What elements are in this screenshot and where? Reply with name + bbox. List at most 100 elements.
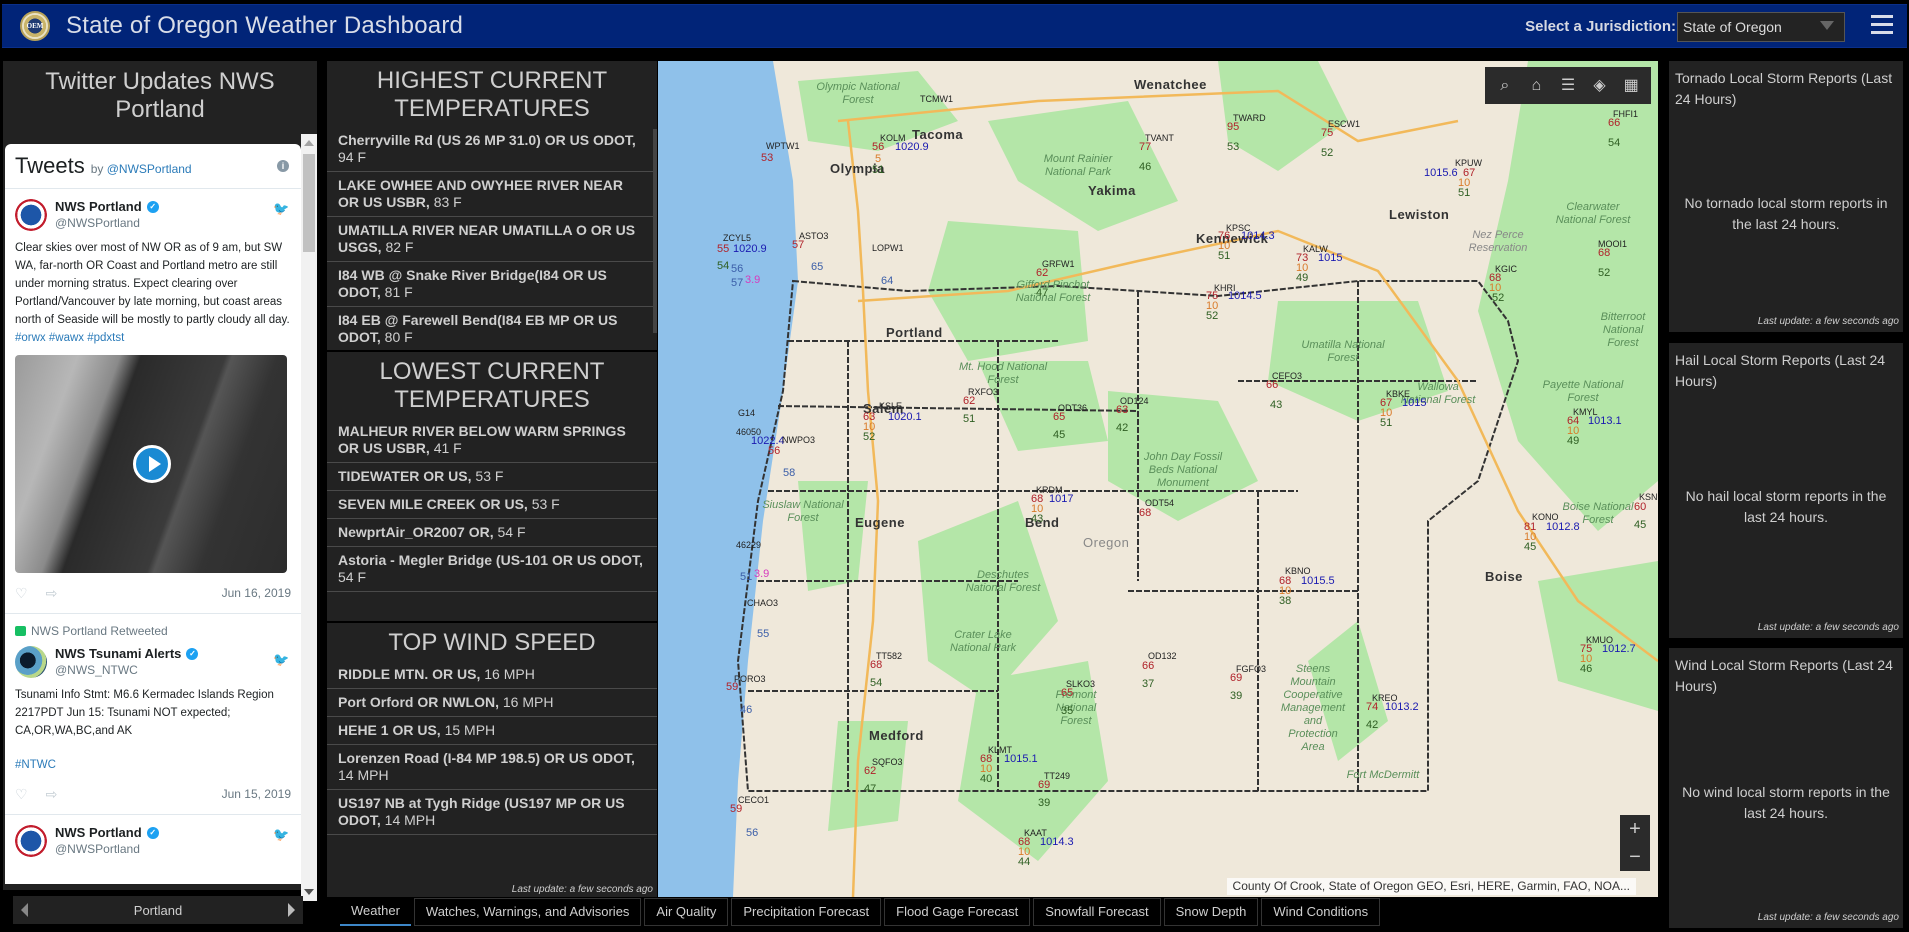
- tweet-handle[interactable]: @NWSPortland: [55, 842, 159, 856]
- list-item[interactable]: Astoria - Megler Bridge (US-101 OR US OD…: [327, 547, 657, 592]
- verified-icon: ✓: [186, 647, 199, 660]
- tab-wind-conditions[interactable]: Wind Conditions: [1261, 898, 1381, 926]
- station-id[interactable]: LOPW1: [872, 243, 904, 253]
- timeline-handle-link[interactable]: @NWSPortland: [107, 162, 192, 176]
- station-id[interactable]: CHAO3: [747, 598, 778, 608]
- legend-icon[interactable]: ☰: [1557, 75, 1579, 97]
- station-id[interactable]: NWPO3: [782, 435, 815, 445]
- twitter-bird-icon[interactable]: 🐦: [273, 827, 289, 842]
- basemap-gallery-icon[interactable]: ▦: [1620, 75, 1642, 97]
- info-icon[interactable]: i: [277, 160, 289, 172]
- twitter-timeline[interactable]: Tweets by @NWSPortland i NWS Portland ✓ @…: [5, 144, 301, 884]
- station-id[interactable]: CECO1: [738, 795, 769, 805]
- list-item[interactable]: UMATILLA RIVER NEAR UMATILLA O OR US USG…: [327, 217, 657, 262]
- tab-air-quality[interactable]: Air Quality: [644, 898, 729, 926]
- tweet[interactable]: NWS Portland ✓ @NWSPortland 🐦 Clear skies…: [5, 189, 301, 614]
- tweet-hashtags[interactable]: #NTWC: [15, 759, 56, 771]
- like-icon[interactable]: ♡: [15, 786, 28, 803]
- station-id[interactable]: G14: [738, 408, 755, 418]
- station-sst: 56: [731, 263, 744, 275]
- weather-map[interactable]: Olympia Tacoma Wenatchee Yakima Kennewic…: [658, 61, 1658, 897]
- list-item[interactable]: Port Orford OR NWLON, 16 MPH: [327, 689, 657, 717]
- tweet-date[interactable]: Jun 15, 2019: [222, 787, 291, 801]
- list-item[interactable]: I84 EB @ Farewell Bend(I84 EB MP OR US O…: [327, 307, 657, 350]
- next-icon[interactable]: [287, 903, 295, 917]
- panel-title: Tornado Local Storm Reports (Last 24 Hou…: [1675, 70, 1893, 107]
- station-dew: 37: [1142, 678, 1155, 690]
- play-icon[interactable]: [133, 445, 171, 483]
- city-label: Tacoma: [912, 127, 964, 142]
- station-id[interactable]: PORO3: [734, 674, 766, 684]
- list-item[interactable]: RIDDLE MTN. OR US, 16 MPH: [327, 661, 657, 689]
- station-id[interactable]: WPTW1: [766, 141, 800, 151]
- station-id[interactable]: KSLE: [879, 401, 902, 411]
- like-icon[interactable]: ♡: [15, 585, 28, 602]
- list-scrollbar[interactable]: [653, 129, 657, 333]
- zoom-out-button[interactable]: −: [1620, 843, 1650, 871]
- search-icon[interactable]: ⌕: [1494, 75, 1516, 97]
- layers-icon[interactable]: ◈: [1589, 75, 1611, 97]
- list-item[interactable]: Lorenzen Road (I-84 MP 198.5) OR US ODOT…: [327, 745, 657, 790]
- tab-weather[interactable]: Weather: [340, 898, 411, 926]
- list-item[interactable]: MALHEUR RIVER BELOW WARM SPRINGS OR US U…: [327, 418, 657, 463]
- zoom-in-button[interactable]: +: [1620, 815, 1650, 843]
- twitter-bird-icon[interactable]: 🐦: [273, 652, 289, 667]
- scroll-down-icon[interactable]: [304, 889, 314, 895]
- tweet-video-thumbnail[interactable]: [15, 355, 287, 573]
- station-dew: 52: [1206, 310, 1219, 322]
- list-item[interactable]: I84 WB @ Snake River Bridge(I84 OR US OD…: [327, 262, 657, 307]
- jurisdiction-select[interactable]: State of Oregon: [1677, 12, 1845, 42]
- lowest-temperatures-panel: LOWEST CURRENT TEMPERATURES MALHEUR RIVE…: [327, 352, 657, 643]
- timeline-scrollbar[interactable]: [301, 134, 317, 901]
- tab-precipitation-forecast[interactable]: Precipitation Forecast: [731, 898, 882, 926]
- list-item[interactable]: LAKE OWHEE AND OWYHEE RIVER NEAR OR US U…: [327, 172, 657, 217]
- park-label: Olympic National Forest: [816, 81, 900, 106]
- station-id[interactable]: SQFO3: [872, 757, 903, 767]
- avatar[interactable]: [15, 199, 47, 231]
- home-icon[interactable]: ⌂: [1525, 75, 1547, 97]
- park-label: Nez Perce Reservation: [1468, 229, 1528, 254]
- avatar[interactable]: [15, 825, 47, 857]
- station-wave: 3.9: [754, 568, 770, 580]
- list-item[interactable]: Cherryville Rd (US 26 MP 31.0) OR US ODO…: [327, 127, 657, 172]
- list-item[interactable]: NewprtAir_OR2007 OR, 54 F: [327, 519, 657, 547]
- tweet-author[interactable]: NWS Portland ✓: [55, 825, 159, 840]
- tweet-hashtags[interactable]: #orwx #wawx #pdxtst: [15, 332, 124, 344]
- avatar[interactable]: [15, 646, 47, 678]
- tweet-author[interactable]: NWS Tsunami Alerts ✓: [55, 646, 199, 661]
- tweet-date[interactable]: Jun 16, 2019: [222, 586, 291, 600]
- station-sst: 65: [811, 261, 824, 273]
- tab-snowfall-forecast[interactable]: Snowfall Forecast: [1033, 898, 1161, 926]
- park-label: Mount Rainier National Park: [1043, 153, 1113, 178]
- tab-watches-warnings-advisories[interactable]: Watches, Warnings, and Advisories: [413, 898, 642, 926]
- jurisdiction-label: Select a Jurisdiction:: [1525, 18, 1676, 35]
- scrollbar-thumb[interactable]: [303, 154, 315, 252]
- station-pressure: 1020.9: [733, 243, 767, 255]
- twitter-bird-icon[interactable]: 🐦: [273, 201, 289, 216]
- list-item[interactable]: SEVEN MILE CREEK OR US, 53 F: [327, 491, 657, 519]
- tweet-author[interactable]: NWS Portland ✓: [55, 199, 159, 214]
- list-item[interactable]: TIDEWATER OR US, 53 F: [327, 463, 657, 491]
- station-sst: 46: [740, 704, 753, 716]
- list-item[interactable]: HEHE 1 OR US, 15 MPH: [327, 717, 657, 745]
- tweet-text: Clear skies over most of NW OR as of 9 a…: [15, 242, 290, 344]
- station-temp: 75: [1321, 127, 1334, 139]
- list-item[interactable]: US197 NB at Tygh Ridge (US197 MP OR US O…: [327, 790, 657, 835]
- tab-flood-gage-forecast[interactable]: Flood Gage Forecast: [884, 898, 1031, 926]
- station-id[interactable]: ZCYL5: [723, 233, 751, 243]
- map-attribution[interactable]: County Of Crook, State of Oregon GEO, Es…: [1226, 878, 1636, 895]
- hamburger-menu-icon[interactable]: [1871, 15, 1893, 37]
- station-id[interactable]: TCMW1: [920, 94, 953, 104]
- tab-snow-depth[interactable]: Snow Depth: [1163, 898, 1259, 926]
- tweet[interactable]: NWS Portland ✓ @NWSPortland 🐦: [5, 815, 301, 867]
- station-temp: 74: [1366, 701, 1379, 713]
- station-dew: 39: [1230, 690, 1243, 702]
- share-icon[interactable]: ⇨: [46, 585, 58, 602]
- share-icon[interactable]: ⇨: [46, 786, 58, 803]
- station-id[interactable]: 46229: [736, 540, 761, 550]
- scroll-up-icon[interactable]: [304, 140, 314, 146]
- previous-icon[interactable]: [21, 903, 28, 917]
- tweet[interactable]: NWS Portland Retweeted NWS Tsunami Alert…: [5, 614, 301, 815]
- tweet-handle[interactable]: @NWSPortland: [55, 216, 159, 230]
- tweet-handle[interactable]: @NWS_NTWC: [55, 663, 198, 677]
